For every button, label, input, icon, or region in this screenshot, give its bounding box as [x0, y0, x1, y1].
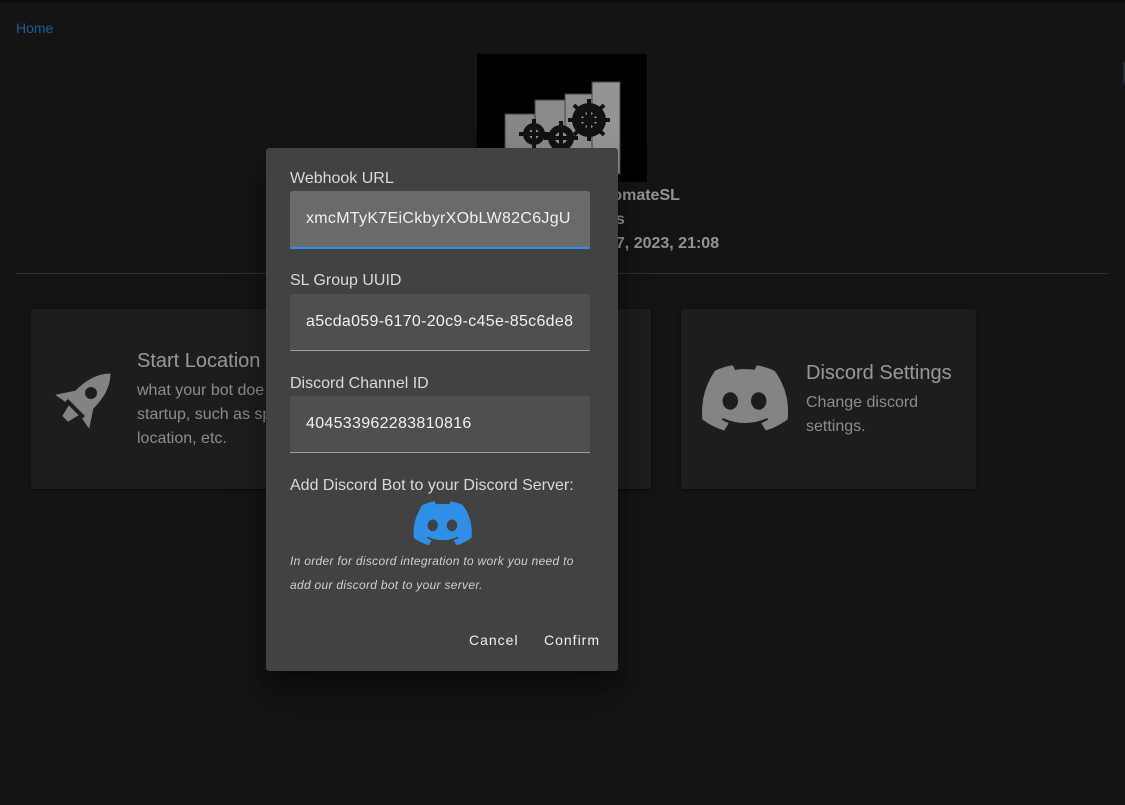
add-bot-label: Add Discord Bot to your Discord Server:	[290, 477, 574, 494]
channel-id-input[interactable]	[306, 396, 574, 452]
webhook-url-field[interactable]	[290, 191, 590, 249]
group-uuid-input[interactable]	[306, 294, 574, 350]
webhook-url-input[interactable]	[306, 191, 574, 247]
channel-id-field[interactable]	[290, 396, 590, 453]
group-uuid-field[interactable]	[290, 294, 590, 351]
discord-icon	[413, 501, 472, 546]
group-uuid-label: SL Group UUID	[290, 272, 402, 289]
channel-id-label: Discord Channel ID	[290, 375, 429, 392]
add-discord-bot-button[interactable]	[412, 501, 472, 547]
discord-settings-dialog: Webhook URL SL Group UUID Discord Channe…	[266, 148, 618, 671]
webhook-url-label: Webhook URL	[290, 170, 394, 187]
cancel-button[interactable]: Cancel	[469, 632, 519, 648]
confirm-button[interactable]: Confirm	[544, 632, 600, 648]
integration-hint: In order for discord integration to work…	[290, 554, 574, 592]
